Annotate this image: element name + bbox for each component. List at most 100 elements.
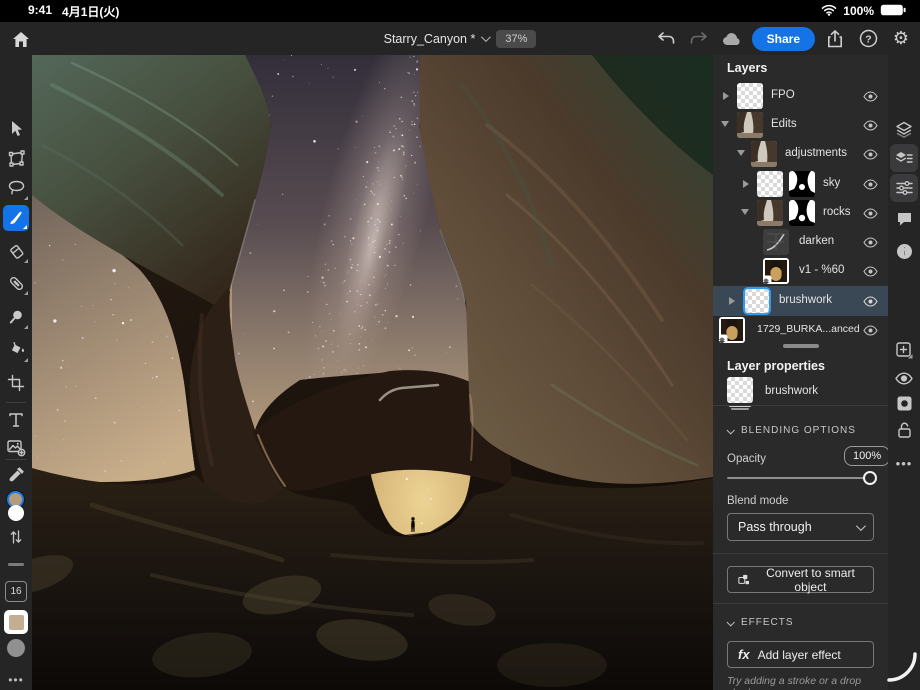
visibility-eye-icon[interactable]	[861, 263, 879, 279]
layer-mask-thumbnail	[789, 171, 815, 197]
zoom-level-badge[interactable]: 37%	[496, 30, 536, 48]
smart-object-icon	[738, 573, 750, 587]
layer-label: Edits	[771, 118, 797, 130]
visibility-eye-icon[interactable]	[861, 322, 879, 338]
layer-row-rocks[interactable]: rocks	[713, 198, 888, 228]
transform-tool[interactable]	[0, 144, 32, 172]
opacity-slider-track[interactable]	[727, 477, 874, 479]
blend-mode-dropdown[interactable]: Pass through	[727, 513, 874, 541]
effects-hint-text: Try adding a stroke or a drop shadow.	[727, 675, 888, 690]
smart-object-thumbnail	[763, 258, 789, 284]
layers-panel-title: Layers	[727, 61, 767, 75]
brush-size-field[interactable]: 16	[5, 581, 27, 602]
layer-thumbnail	[757, 200, 783, 226]
expander-icon[interactable]	[743, 180, 749, 188]
fill-bucket-tool[interactable]	[0, 336, 32, 364]
chevron-down-icon	[726, 618, 734, 626]
selected-layer-name: brushwork	[765, 385, 818, 397]
layer-row-edits[interactable]: Edits	[713, 110, 888, 140]
date: 4月1日(火)	[62, 3, 119, 20]
eyedropper-tool[interactable]	[0, 461, 32, 489]
add-layer-effect-button[interactable]: fx Add layer effect	[727, 641, 874, 668]
place-photo-tool[interactable]	[0, 433, 32, 461]
layer-row-brushwork[interactable]: brushwork	[713, 286, 888, 316]
layer-row-darken[interactable]: darken	[713, 227, 888, 257]
move-tool[interactable]	[0, 114, 32, 142]
layer-label: adjustments	[785, 147, 847, 159]
expander-icon[interactable]	[737, 150, 745, 156]
layer-properties-title: Layer properties	[727, 359, 825, 373]
app-toolbar: Starry_Canyon * 37% Share ? ⚙	[0, 22, 920, 55]
type-tool[interactable]	[0, 406, 32, 434]
layer-thumbnail-selected	[744, 288, 770, 314]
chevron-down-icon	[856, 521, 866, 531]
document-title-text: Starry_Canyon *	[384, 32, 476, 46]
corner-gesture-indicator[interactable]	[886, 650, 918, 689]
convert-to-smart-object-button[interactable]: Convert to smart object	[727, 566, 874, 593]
opacity-slider-handle[interactable]	[863, 471, 877, 485]
layer-row-v1[interactable]: v1 - %60	[713, 256, 888, 286]
blending-options-header[interactable]: BLENDING OPTIONS	[727, 425, 856, 436]
layer-visibility-button[interactable]	[888, 364, 920, 392]
brush-opacity-dot[interactable]	[7, 639, 25, 657]
layer-thumbnail	[737, 112, 763, 138]
document-canvas[interactable]	[32, 55, 713, 690]
share-button[interactable]: Share	[752, 27, 815, 51]
toolbar-drag-handle[interactable]	[8, 563, 24, 566]
effects-header[interactable]: EFFECTS	[727, 617, 794, 628]
background-color-chip[interactable]	[8, 505, 24, 521]
add-layer-button[interactable]	[888, 336, 920, 364]
eraser-tool[interactable]	[0, 237, 32, 265]
healing-brush-tool[interactable]	[0, 269, 32, 297]
lasso-select-tool[interactable]	[0, 174, 32, 202]
adjustments-sliders-button[interactable]	[888, 174, 920, 202]
layer-label: v1 - %60	[799, 264, 844, 276]
visibility-eye-icon[interactable]	[861, 176, 879, 192]
opacity-value-field[interactable]: 100%	[844, 446, 890, 466]
svg-text:?: ?	[865, 33, 871, 45]
expander-icon[interactable]	[721, 121, 729, 127]
layer-mask-button[interactable]	[888, 389, 920, 417]
visibility-eye-icon[interactable]	[861, 88, 879, 104]
panel-resize-handle[interactable]	[783, 344, 819, 348]
cloud-sync-icon[interactable]	[719, 26, 745, 52]
swap-colors-button[interactable]	[0, 523, 32, 551]
document-title[interactable]: Starry_Canyon *	[384, 32, 489, 46]
layers-compact-view-button[interactable]	[888, 115, 920, 143]
redo-button[interactable]	[686, 26, 712, 52]
more-options-button[interactable]: •••	[888, 449, 920, 477]
brush-tool[interactable]	[3, 205, 29, 231]
brush-tip-preview[interactable]	[4, 610, 28, 634]
visibility-eye-icon[interactable]	[861, 234, 879, 250]
status-bar: 9:41 4月1日(火) 100%	[0, 0, 920, 22]
layer-row-fpo[interactable]: FPO	[713, 81, 888, 111]
wifi-icon	[821, 4, 837, 19]
comments-button[interactable]	[888, 205, 920, 233]
help-icon[interactable]: ?	[855, 26, 881, 52]
undo-button[interactable]	[653, 26, 679, 52]
settings-gear-icon[interactable]: ⚙	[888, 26, 914, 52]
info-button[interactable]	[888, 237, 920, 265]
layers-detail-view-button[interactable]	[888, 144, 920, 172]
crop-tool[interactable]	[0, 369, 32, 397]
clone-loupe-tool[interactable]	[0, 303, 32, 331]
selected-layer-thumbnail	[727, 377, 753, 403]
layer-row-1729[interactable]: 1729_BURKA...anced-NR33	[713, 315, 888, 345]
expander-icon[interactable]	[723, 92, 729, 100]
more-tools-button[interactable]: •••	[0, 673, 32, 687]
visibility-eye-icon[interactable]	[861, 146, 879, 162]
export-icon[interactable]	[822, 26, 848, 52]
battery-icon	[880, 4, 906, 19]
layer-label: sky	[823, 177, 840, 189]
expander-icon[interactable]	[729, 297, 735, 305]
layer-mask-thumbnail	[789, 200, 815, 226]
layer-row-adjustments[interactable]: adjustments	[713, 139, 888, 169]
layer-row-sky[interactable]: sky	[713, 169, 888, 199]
visibility-eye-icon[interactable]	[861, 293, 879, 309]
lock-layer-button[interactable]	[888, 415, 920, 443]
visibility-eye-icon[interactable]	[861, 117, 879, 133]
expander-icon[interactable]	[741, 209, 749, 215]
opacity-label: Opacity	[727, 453, 766, 465]
layer-label: darken	[799, 235, 834, 247]
visibility-eye-icon[interactable]	[861, 205, 879, 221]
